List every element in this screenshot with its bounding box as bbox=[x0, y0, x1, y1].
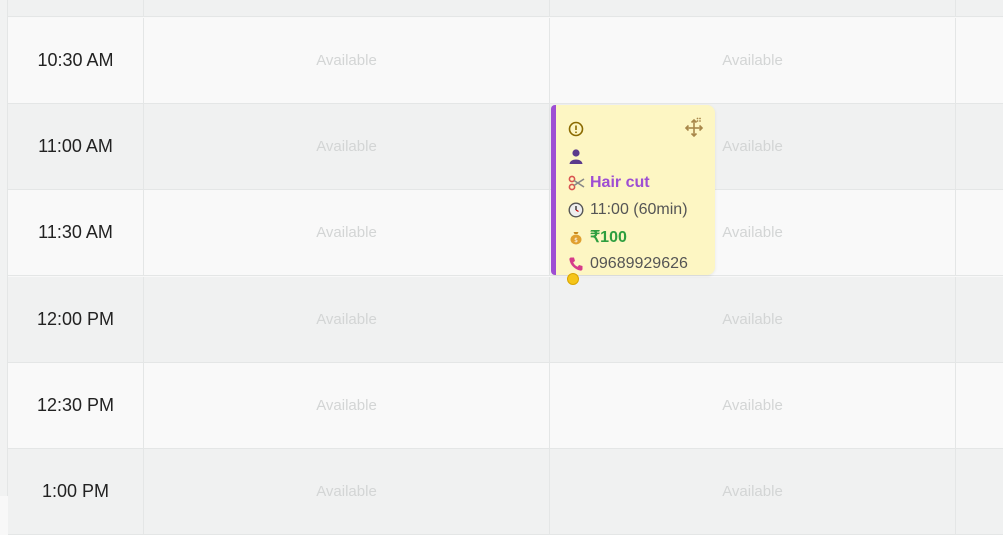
time-row: 12:00 PM Available Available bbox=[8, 277, 1003, 363]
time-label: 10:30 AM bbox=[8, 18, 144, 103]
drag-handle-icon[interactable] bbox=[683, 117, 705, 144]
clock-icon bbox=[568, 201, 590, 218]
scissors-icon bbox=[568, 175, 590, 191]
appointment-time: 11:00 (60min) bbox=[590, 200, 688, 218]
grid-left-edge bbox=[0, 0, 8, 496]
available-slot[interactable]: Available bbox=[144, 190, 550, 275]
svg-text:$: $ bbox=[574, 237, 578, 244]
slot-cell[interactable] bbox=[956, 449, 1003, 534]
appointment-price: ₹100 bbox=[590, 228, 627, 246]
time-label: 11:30 AM bbox=[8, 190, 144, 275]
appointment-customer-line bbox=[568, 142, 715, 169]
slot-cell[interactable] bbox=[956, 104, 1003, 189]
time-row: 10:30 AM Available Available bbox=[8, 18, 1003, 104]
phone-icon bbox=[568, 256, 590, 272]
schedule-grid: 10:30 AM Available Available 11:00 AM Av… bbox=[0, 0, 1003, 535]
available-slot[interactable]: Available bbox=[550, 18, 956, 103]
available-slot[interactable]: Available bbox=[550, 277, 956, 362]
slot-cell[interactable] bbox=[956, 277, 1003, 362]
time-row: 11:00 AM Available Available bbox=[8, 104, 1003, 190]
appointment-service: Hair cut bbox=[590, 173, 650, 191]
appointment-phone-line: 09689929626 bbox=[568, 250, 715, 277]
available-slot[interactable]: Available bbox=[550, 363, 956, 448]
person-icon bbox=[568, 148, 590, 164]
resize-handle[interactable] bbox=[567, 273, 579, 285]
slot-cell[interactable] bbox=[956, 0, 1003, 16]
slot-cell[interactable] bbox=[550, 0, 956, 16]
time-row: 1:00 PM Available Available bbox=[8, 449, 1003, 535]
appointment-price-line: $ ₹100 bbox=[568, 223, 715, 250]
slot-cell[interactable] bbox=[956, 190, 1003, 275]
available-slot[interactable]: Available bbox=[144, 449, 550, 534]
slot-cell[interactable] bbox=[956, 18, 1003, 103]
alert-circle-icon bbox=[568, 121, 590, 137]
available-slot[interactable]: Available bbox=[550, 449, 956, 534]
time-row bbox=[8, 0, 1003, 17]
time-label: 12:30 PM bbox=[8, 363, 144, 448]
time-row: 11:30 AM Available Available bbox=[8, 190, 1003, 276]
available-slot[interactable]: Available bbox=[144, 104, 550, 189]
time-label: 12:00 PM bbox=[8, 277, 144, 362]
available-slot[interactable]: Available bbox=[144, 363, 550, 448]
time-label bbox=[8, 0, 144, 16]
slot-cell[interactable] bbox=[144, 0, 550, 16]
appointment-time-line: 11:00 (60min) bbox=[568, 196, 715, 223]
available-slot[interactable]: Available bbox=[144, 277, 550, 362]
available-slot[interactable]: Available bbox=[144, 18, 550, 103]
appointment-service-line: Hair cut bbox=[568, 169, 715, 196]
appointment-phone[interactable]: 09689929626 bbox=[590, 255, 688, 273]
slot-cell[interactable] bbox=[956, 363, 1003, 448]
time-label: 1:00 PM bbox=[8, 449, 144, 534]
time-row: 12:30 PM Available Available bbox=[8, 363, 1003, 449]
money-bag-icon: $ bbox=[568, 229, 590, 245]
appointment-card[interactable]: Hair cut 11:00 (60min) $ ₹100 0968992962… bbox=[551, 105, 715, 275]
time-label: 11:00 AM bbox=[8, 104, 144, 189]
